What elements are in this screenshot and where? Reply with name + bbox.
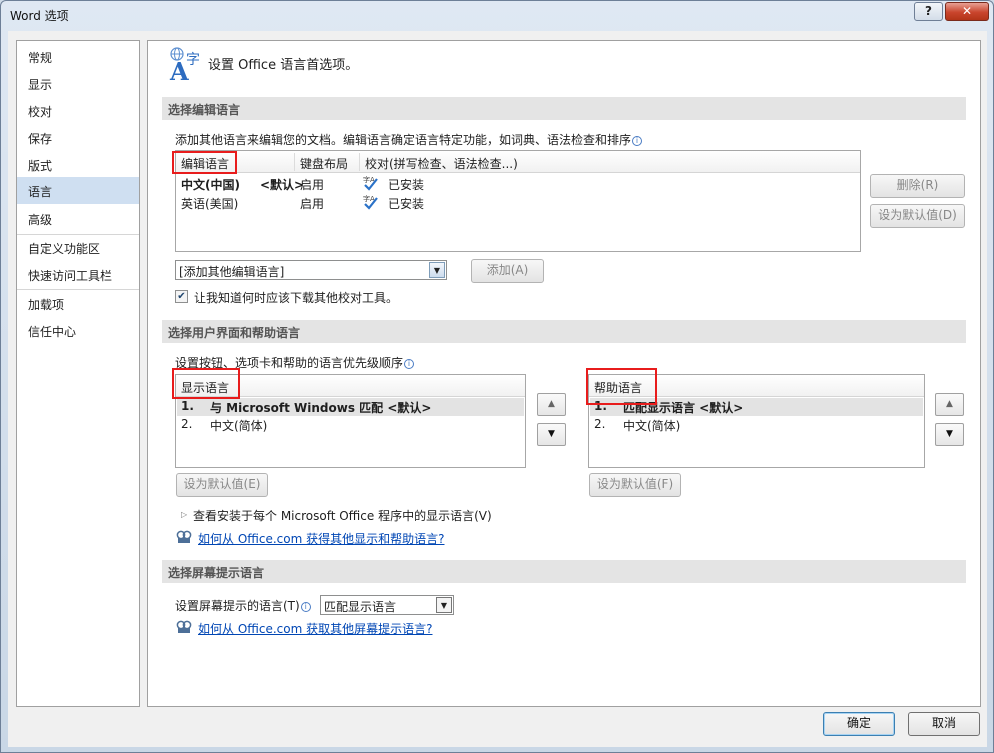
word-options-dialog: Word 选项 ? ✕ 常规 显示 校对 保存 版式 语言 高级 自定义功能区 … [0, 0, 994, 753]
display-language-list[interactable]: 显示语言 1. 与 Microsoft Windows 匹配 <默认> 2. 中… [175, 374, 526, 468]
list-item-label: 中文(简体) [210, 419, 268, 433]
editing-list-header: 编辑语言 键盘布局 校对(拼写检查、语法检查...) [176, 151, 860, 173]
window-title: Word 选项 [10, 9, 69, 23]
table-row[interactable]: 英语(美国) 启用 字A 已安装 [177, 194, 859, 212]
view-installed-languages[interactable]: 查看安装于每个 Microsoft Office 程序中的显示语言(V) [193, 507, 492, 524]
ui-language-description-text: 设置按钮、选项卡和帮助的语言优先级顺序 [175, 356, 404, 370]
link-icon [176, 530, 192, 543]
link-icon [176, 620, 192, 633]
info-icon: i [404, 359, 415, 369]
move-down-help-button[interactable]: ▼ [935, 423, 964, 446]
screentip-label-group: 设置屏幕提示的语言(T) i [175, 597, 311, 614]
help-language-list[interactable]: 帮助语言 1. 匹配显示语言 <默认> 2. 中文(简体) [588, 374, 925, 468]
nav-item-trust-center[interactable]: 信任中心 [17, 317, 139, 344]
list-item-number: 2. [594, 417, 606, 431]
get-screentip-languages-link[interactable]: 如何从 Office.com 获取其他屏幕提示语言? [198, 620, 432, 637]
column-editing-language[interactable]: 编辑语言 [181, 155, 229, 172]
get-display-help-languages-link[interactable]: 如何从 Office.com 获得其他显示和帮助语言? [198, 530, 444, 547]
set-default-help-button[interactable]: 设为默认值(F) [589, 473, 681, 497]
list-item-label: 与 Microsoft Windows 匹配 <默认> [210, 401, 432, 415]
row-proofing: 已安装 [388, 178, 425, 192]
move-up-help-button[interactable]: ▲ [935, 393, 964, 416]
close-button[interactable]: ✕ [945, 2, 989, 21]
section-ui-help-language: 选择用户界面和帮助语言 [162, 320, 966, 343]
editing-description-text: 添加其他语言来编辑您的文档。编辑语言确定语言特定功能，如词典、语法检查和排序 [175, 133, 632, 147]
list-item[interactable]: 1. 匹配显示语言 <默认> [590, 398, 923, 416]
column-proofing[interactable]: 校对(拼写检查、语法检查...) [365, 155, 518, 172]
language-settings-icon: A 字 [170, 47, 206, 86]
move-up-display-button[interactable]: ▲ [537, 393, 566, 416]
add-editing-language-dropdown[interactable]: [添加其他编辑语言] ▼ [175, 260, 447, 280]
table-row[interactable]: 中文(中国) <默认> 启用 字A 已安装 [177, 175, 859, 193]
editing-description: 添加其他语言来编辑您的文档。编辑语言确定语言特定功能，如词典、语法检查和排序 i [175, 131, 643, 148]
add-language-button[interactable]: 添加(A) [471, 259, 544, 283]
display-language-list-header: 显示语言 [176, 375, 525, 397]
set-default-display-button[interactable]: 设为默认值(E) [176, 473, 268, 497]
nav-item-layout[interactable]: 版式 [17, 151, 139, 178]
info-icon: i [632, 136, 643, 146]
section-editing-language: 选择编辑语言 [162, 97, 966, 120]
list-item-number: 1. [594, 399, 607, 413]
list-item-number: 1. [181, 399, 194, 413]
section-screentip-language: 选择屏幕提示语言 [162, 560, 966, 583]
proofing-check-icon: 字A [363, 175, 378, 191]
download-proofing-label[interactable]: 让我知道何时应该下载其他校对工具。 [194, 289, 398, 306]
help-button[interactable]: ? [914, 2, 943, 21]
nav-item-save[interactable]: 保存 [17, 124, 139, 151]
title-bar: Word 选项 ? ✕ [1, 1, 993, 27]
screentip-language-dropdown[interactable]: 匹配显示语言 ▼ [320, 595, 454, 615]
list-item[interactable]: 2. 中文(简体) [590, 416, 923, 434]
row-default-tag: <默认> [260, 178, 305, 192]
column-keyboard-layout[interactable]: 键盘布局 [300, 155, 348, 172]
nav-item-display[interactable]: 显示 [17, 70, 139, 97]
list-item-label: 中文(简体) [623, 419, 681, 433]
category-nav: 常规 显示 校对 保存 版式 语言 高级 自定义功能区 快速访问工具栏 加载项 … [16, 40, 140, 707]
download-proofing-checkbox[interactable]: ✔ [175, 290, 188, 303]
nav-item-quick-access-toolbar[interactable]: 快速访问工具栏 [17, 261, 139, 288]
nav-item-general[interactable]: 常规 [17, 43, 139, 70]
chevron-down-icon[interactable]: ▼ [429, 262, 445, 278]
remove-language-button[interactable]: 删除(R) [870, 174, 965, 198]
page-title: 设置 Office 语言首选项。 [208, 58, 359, 73]
info-icon: i [300, 602, 311, 612]
row-keyboard: 启用 [300, 178, 325, 192]
nav-item-add-ins[interactable]: 加载项 [17, 290, 139, 317]
screentip-language-value: 匹配显示语言 [324, 600, 397, 614]
ok-button[interactable]: 确定 [823, 712, 895, 736]
language-options-panel: A 字 设置 Office 语言首选项。 选择编辑语言 添加其他语言来编辑您的文… [147, 40, 981, 707]
proofing-check-icon: 字A [363, 194, 378, 210]
row-language: 中文(中国) [181, 178, 240, 192]
expand-triangle-icon[interactable]: ▷ [181, 510, 187, 519]
help-language-header: 帮助语言 [594, 381, 643, 395]
nav-item-customize-ribbon[interactable]: 自定义功能区 [17, 234, 139, 261]
ui-language-description: 设置按钮、选项卡和帮助的语言优先级顺序 i [175, 354, 415, 371]
cancel-button[interactable]: 取消 [908, 712, 980, 736]
list-item[interactable]: 1. 与 Microsoft Windows 匹配 <默认> [177, 398, 524, 416]
row-language: 英语(美国) [181, 197, 239, 211]
column-divider [294, 153, 295, 171]
nav-item-advanced[interactable]: 高级 [17, 205, 139, 232]
row-keyboard: 启用 [300, 197, 325, 211]
list-item-label: 匹配显示语言 <默认> [623, 401, 744, 415]
screentip-language-label: 设置屏幕提示的语言(T) [175, 599, 300, 613]
row-proofing: 已安装 [388, 197, 425, 211]
dialog-client-area: 常规 显示 校对 保存 版式 语言 高级 自定义功能区 快速访问工具栏 加载项 … [8, 31, 987, 747]
help-language-list-header: 帮助语言 [589, 375, 924, 397]
display-language-header: 显示语言 [181, 381, 230, 395]
column-divider [359, 153, 360, 171]
list-item[interactable]: 2. 中文(简体) [177, 416, 524, 434]
add-editing-language-value: [添加其他编辑语言] [179, 265, 285, 279]
nav-item-proofing[interactable]: 校对 [17, 97, 139, 124]
chevron-down-icon[interactable]: ▼ [436, 597, 452, 613]
set-default-editing-button[interactable]: 设为默认值(D) [870, 204, 965, 228]
move-down-display-button[interactable]: ▼ [537, 423, 566, 446]
editing-language-list[interactable]: 编辑语言 键盘布局 校对(拼写检查、语法检查...) 中文(中国) <默认> 启… [175, 150, 861, 252]
nav-item-language[interactable]: 语言 [17, 177, 139, 204]
list-item-number: 2. [181, 417, 193, 431]
